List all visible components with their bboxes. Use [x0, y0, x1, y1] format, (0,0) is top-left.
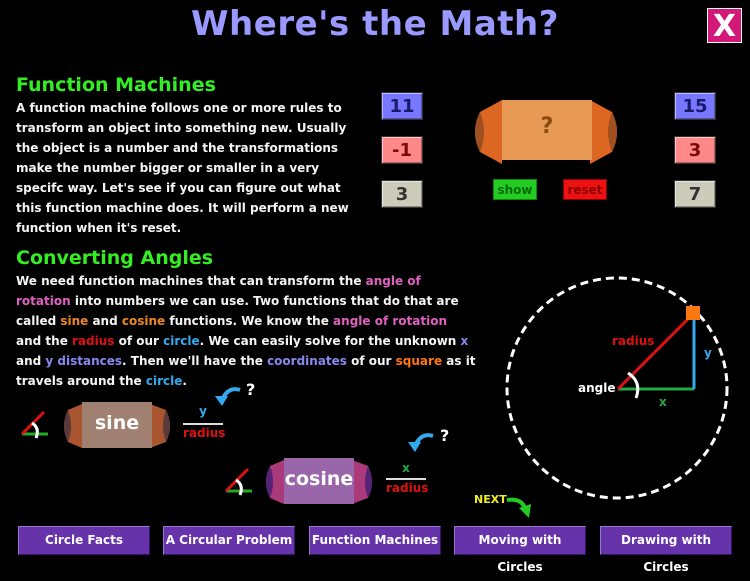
- show-button[interactable]: show: [493, 179, 537, 200]
- nav-drawing-with-circles[interactable]: Drawing with Circles: [600, 526, 732, 574]
- nav-moving-with-circles[interactable]: Moving with Circles: [454, 526, 586, 574]
- input-box-1: 11: [381, 92, 423, 120]
- output-box-3: 7: [674, 180, 716, 208]
- unit-circle-diagram: [505, 276, 729, 500]
- close-button[interactable]: X: [707, 8, 742, 44]
- reset-button[interactable]: reset: [563, 179, 607, 200]
- sine-denominator: radius: [183, 426, 226, 440]
- angle-icon-cosine: [224, 467, 252, 496]
- fraction-bar: [183, 423, 223, 425]
- cosine-label: cosine: [284, 468, 354, 490]
- angle-label: angle: [578, 381, 616, 395]
- output-box-2: 3: [674, 136, 716, 164]
- curved-arrow-icon: [215, 387, 241, 406]
- next-arrow-icon[interactable]: [505, 494, 533, 520]
- radius-line: [616, 311, 696, 391]
- curved-arrow-icon: [408, 433, 434, 452]
- nav-a-circular-problem[interactable]: A Circular Problem: [163, 526, 295, 555]
- y-label: y: [704, 346, 712, 360]
- converting-angles-heading: Converting Angles: [16, 247, 214, 269]
- cosine-denominator: radius: [386, 481, 429, 495]
- converting-angles-text: We need function machines that can trans…: [16, 274, 476, 388]
- angle-icon-sine: [20, 410, 48, 439]
- input-box-2: -1: [381, 136, 423, 164]
- sine-question-mark: ?: [246, 380, 256, 399]
- machine-question-mark: ?: [540, 114, 554, 139]
- input-box-3: 3: [381, 180, 423, 208]
- x-label: x: [659, 395, 667, 409]
- cosine-numerator: x: [402, 461, 410, 475]
- page-title: Where's the Math?: [191, 4, 559, 44]
- function-machines-text: A function machine follows one or more r…: [16, 101, 349, 235]
- nav-function-machines[interactable]: Function Machines: [309, 526, 441, 555]
- nav-circle-facts[interactable]: Circle Facts: [18, 526, 150, 555]
- orange-square: [686, 306, 700, 320]
- function-machines-heading: Function Machines: [16, 74, 216, 96]
- fraction-bar: [386, 478, 426, 480]
- output-box-1: 15: [674, 92, 716, 120]
- cosine-question-mark: ?: [440, 426, 450, 445]
- next-label: NEXT: [474, 493, 507, 506]
- sine-label: sine: [94, 412, 140, 434]
- radius-label: radius: [612, 334, 655, 348]
